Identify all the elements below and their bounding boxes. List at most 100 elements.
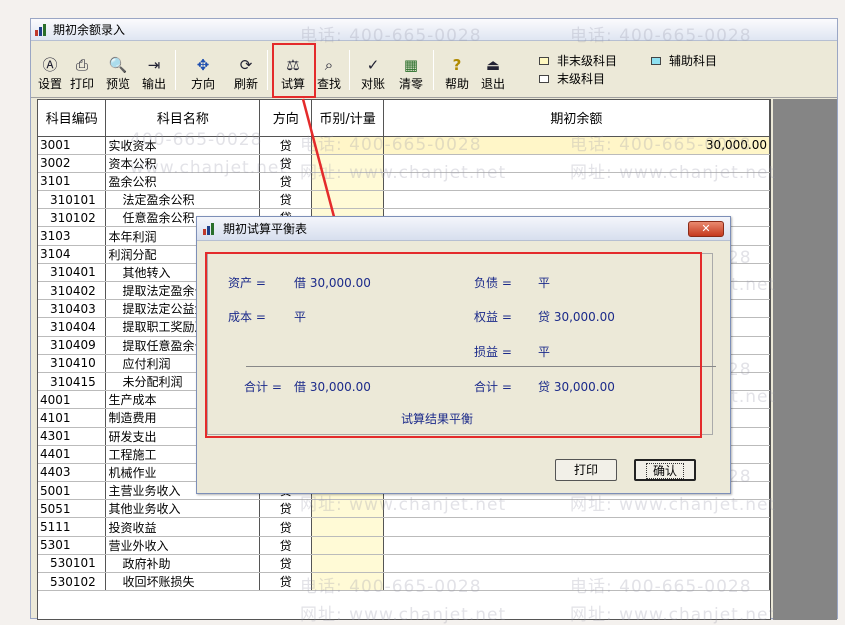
account-code-cell[interactable]: 4401 bbox=[38, 445, 107, 464]
find-button[interactable]: ⌕ 查找 bbox=[313, 48, 345, 92]
opening-balance-cell[interactable]: 30,000.00 bbox=[383, 136, 770, 155]
account-name-cell[interactable]: 法定盈余公积 bbox=[105, 190, 261, 210]
export-button[interactable]: ⇥ 输出 bbox=[139, 48, 169, 92]
exit-button[interactable]: ⏏ 退出 bbox=[477, 48, 509, 92]
account-code-cell[interactable]: 5001 bbox=[38, 481, 107, 501]
direction-cell[interactable]: 贷 bbox=[259, 499, 313, 519]
account-name-cell[interactable]: 收回坏账损失 bbox=[105, 572, 261, 592]
preview-icon: 🔍 bbox=[108, 56, 128, 74]
account-code-cell[interactable]: 4001 bbox=[38, 390, 107, 410]
toolbar: Ⓐ 设置 ⎙ 打印 🔍 预览 ⇥ 输出 ✥ 方向 ⟳ 刷新 ⚖ 试算 ⌕ 查找 … bbox=[31, 42, 837, 98]
header-direction[interactable]: 方向 bbox=[259, 100, 313, 137]
toolbar-separator bbox=[175, 50, 176, 90]
account-code-cell[interactable]: 3001 bbox=[38, 136, 107, 155]
table-row[interactable]: 5301 营业外收入贷 bbox=[38, 536, 770, 555]
account-code-cell[interactable]: 310410 bbox=[38, 354, 107, 373]
opening-balance-cell[interactable] bbox=[383, 172, 770, 192]
account-name-cell[interactable]: 实收资本 bbox=[105, 136, 261, 155]
opening-balance-cell[interactable] bbox=[383, 536, 770, 555]
account-code-cell[interactable]: 530101 bbox=[38, 554, 107, 574]
account-code-cell[interactable]: 4301 bbox=[38, 427, 107, 446]
account-code-cell[interactable]: 3002 bbox=[38, 154, 107, 173]
header-currency[interactable]: 币别/计量 bbox=[311, 100, 384, 137]
account-name-cell[interactable]: 盈余公积 bbox=[105, 172, 261, 192]
preview-button[interactable]: 🔍 预览 bbox=[103, 48, 133, 92]
opening-balance-cell[interactable] bbox=[383, 517, 770, 537]
account-code-cell[interactable]: 5111 bbox=[38, 517, 107, 537]
account-code-cell[interactable]: 5051 bbox=[38, 499, 107, 519]
direction-cell[interactable]: 贷 bbox=[259, 136, 313, 155]
account-code-cell[interactable]: 4101 bbox=[38, 408, 107, 428]
opening-balance-cell[interactable] bbox=[383, 554, 770, 574]
account-code-cell[interactable]: 310403 bbox=[38, 299, 107, 319]
account-code-cell[interactable]: 310401 bbox=[38, 263, 107, 283]
currency-cell[interactable] bbox=[311, 536, 384, 555]
refresh-button[interactable]: ⟳ 刷新 bbox=[229, 48, 263, 92]
account-code-cell[interactable]: 530102 bbox=[38, 572, 107, 592]
account-code-cell[interactable]: 310402 bbox=[38, 281, 107, 301]
opening-balance-cell[interactable] bbox=[383, 154, 770, 173]
account-code-cell[interactable]: 310415 bbox=[38, 372, 107, 392]
currency-cell[interactable] bbox=[311, 554, 384, 574]
table-row[interactable]: 3001 实收资本贷 30,000.00 bbox=[38, 136, 770, 155]
account-code-cell[interactable]: 310404 bbox=[38, 317, 107, 337]
opening-balance-cell[interactable] bbox=[383, 499, 770, 519]
print-button[interactable]: ⎙ 打印 bbox=[67, 48, 97, 92]
table-row[interactable]: 530101 政府补助贷 bbox=[38, 554, 770, 574]
table-row[interactable]: 5051 其他业务收入贷 bbox=[38, 499, 770, 519]
account-code-cell[interactable]: 310101 bbox=[38, 190, 107, 210]
direction-cell[interactable]: 贷 bbox=[259, 154, 313, 173]
opening-balance-cell[interactable] bbox=[383, 572, 770, 592]
direction-cell[interactable]: 贷 bbox=[259, 190, 313, 210]
legend-swatch bbox=[651, 56, 661, 65]
clear-button[interactable]: ▦ 清零 bbox=[395, 48, 427, 92]
direction-cell[interactable]: 贷 bbox=[259, 536, 313, 555]
dialog-print-button[interactable]: 打印 bbox=[555, 459, 617, 481]
find-icon: ⌕ bbox=[324, 56, 334, 74]
toolbar-separator bbox=[433, 50, 434, 90]
account-name-cell[interactable]: 营业外收入 bbox=[105, 536, 261, 555]
currency-cell[interactable] bbox=[311, 190, 384, 210]
table-row[interactable]: 3101 盈余公积贷 bbox=[38, 172, 770, 192]
header-opening-balance[interactable]: 期初余额 bbox=[383, 100, 770, 137]
direction-cell[interactable]: 贷 bbox=[259, 572, 313, 592]
direction-cell[interactable]: 贷 bbox=[259, 517, 313, 537]
account-name-cell[interactable]: 政府补助 bbox=[105, 554, 261, 574]
header-code[interactable]: 科目编码 bbox=[38, 100, 107, 137]
trial-balance-highlight bbox=[272, 43, 316, 98]
account-code-cell[interactable]: 4403 bbox=[38, 463, 107, 483]
currency-cell[interactable] bbox=[311, 154, 384, 173]
account-name-cell[interactable]: 资本公积 bbox=[105, 154, 261, 173]
toolbar-separator bbox=[349, 50, 350, 90]
table-row[interactable]: 310101 法定盈余公积贷 bbox=[38, 190, 770, 210]
currency-cell[interactable] bbox=[311, 172, 384, 192]
grid-empty-area bbox=[773, 99, 837, 620]
legend-swatch bbox=[539, 56, 549, 65]
direction-cell[interactable]: 贷 bbox=[259, 554, 313, 574]
account-code-cell[interactable]: 310409 bbox=[38, 336, 107, 355]
legend-non-leaf: 非末级科目 bbox=[539, 52, 617, 69]
dialog-close-button[interactable]: ✕ bbox=[688, 221, 724, 237]
account-code-cell[interactable]: 3104 bbox=[38, 245, 107, 264]
account-code-cell[interactable]: 310102 bbox=[38, 208, 107, 228]
currency-cell[interactable] bbox=[311, 517, 384, 537]
direction-button[interactable]: ✥ 方向 bbox=[185, 48, 221, 92]
direction-cell[interactable]: 贷 bbox=[259, 172, 313, 192]
header-name[interactable]: 科目名称 bbox=[105, 100, 261, 137]
reconcile-button[interactable]: ✓ 对账 bbox=[357, 48, 389, 92]
currency-cell[interactable] bbox=[311, 136, 384, 155]
settings-button[interactable]: Ⓐ 设置 bbox=[35, 48, 65, 92]
account-code-cell[interactable]: 3101 bbox=[38, 172, 107, 192]
table-row[interactable]: 530102 收回坏账损失贷 bbox=[38, 572, 770, 592]
account-name-cell[interactable]: 投资收益 bbox=[105, 517, 261, 537]
account-name-cell[interactable]: 其他业务收入 bbox=[105, 499, 261, 519]
currency-cell[interactable] bbox=[311, 499, 384, 519]
table-row[interactable]: 5111 投资收益贷 bbox=[38, 517, 770, 537]
table-row[interactable]: 3002 资本公积贷 bbox=[38, 154, 770, 173]
account-code-cell[interactable]: 5301 bbox=[38, 536, 107, 555]
dialog-confirm-button[interactable]: 确认 bbox=[634, 459, 696, 481]
help-button[interactable]: ? 帮助 bbox=[441, 48, 473, 92]
opening-balance-cell[interactable] bbox=[383, 190, 770, 210]
currency-cell[interactable] bbox=[311, 572, 384, 592]
account-code-cell[interactable]: 3103 bbox=[38, 226, 107, 246]
